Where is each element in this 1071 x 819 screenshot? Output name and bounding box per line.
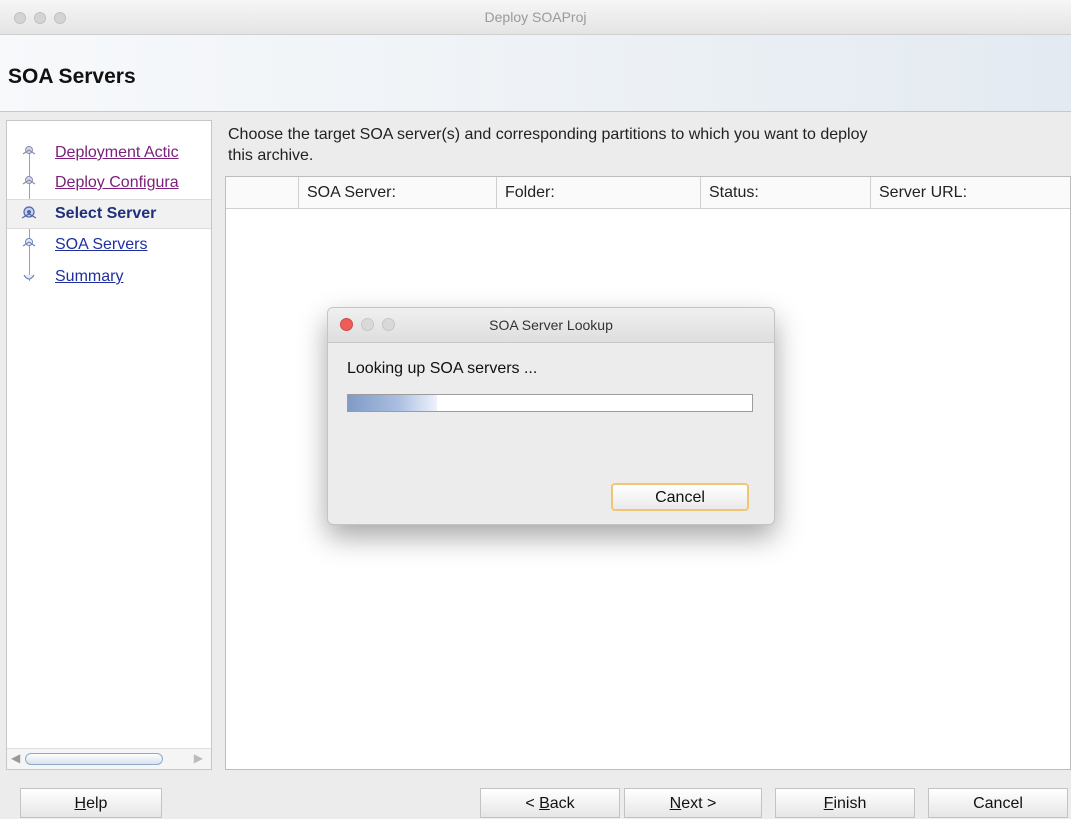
cancel-button[interactable]: Cancel xyxy=(928,788,1068,818)
step-done-icon xyxy=(22,146,36,155)
instruction-line: Choose the target SOA server(s) and corr… xyxy=(228,126,868,143)
page-header: SOA Servers xyxy=(0,35,1071,112)
finish-label-rest: inish xyxy=(833,795,867,812)
scroll-left-icon[interactable]: ◀ xyxy=(11,751,20,765)
table-header: SOA Server: Folder: Status: Server URL: xyxy=(226,177,1070,209)
nav-item-soa-servers[interactable]: SOA Servers xyxy=(7,231,211,259)
column-header-status[interactable]: Status: xyxy=(700,177,870,208)
instruction-line: this archive. xyxy=(228,147,314,164)
nav-item-label[interactable]: Summary xyxy=(55,268,123,286)
help-label-rest: elp xyxy=(86,795,108,812)
help-button[interactable]: Help xyxy=(20,788,162,818)
progress-fill xyxy=(348,395,437,411)
column-header-select[interactable] xyxy=(226,177,298,208)
nav-item-deployment-action[interactable]: Deployment Actic xyxy=(7,139,211,167)
window-title: Deploy SOAProj xyxy=(484,9,587,25)
nav-item-label[interactable]: Deployment Actic xyxy=(55,144,179,162)
nav-item-select-server[interactable]: Select Server xyxy=(7,199,211,229)
nav-item-deploy-configuration[interactable]: Deploy Configura xyxy=(7,169,211,197)
instruction-text: Choose the target SOA server(s) and corr… xyxy=(228,124,1064,166)
step-pending-icon xyxy=(22,238,36,247)
nav-item-label[interactable]: Deploy Configura xyxy=(55,174,179,192)
column-header-folder[interactable]: Folder: xyxy=(496,177,700,208)
lookup-progress-bar xyxy=(347,394,753,412)
finish-mnemonic: F xyxy=(823,795,834,812)
back-label-rest: ack xyxy=(549,795,575,812)
next-mnemonic: N xyxy=(669,795,682,812)
soa-server-lookup-dialog[interactable]: SOA Server Lookup Looking up SOA servers… xyxy=(327,307,775,525)
nav-horizontal-scrollbar[interactable]: ◀ ▶ xyxy=(7,748,211,769)
nav-item-label[interactable]: SOA Servers xyxy=(55,236,147,254)
dialog-title: SOA Server Lookup xyxy=(489,317,613,333)
next-button[interactable]: Next > xyxy=(624,788,762,818)
help-mnemonic: H xyxy=(74,795,87,812)
dialog-cancel-button[interactable]: Cancel xyxy=(611,483,749,511)
dialog-titlebar[interactable]: SOA Server Lookup xyxy=(328,308,774,343)
column-header-soa-server[interactable]: SOA Server: xyxy=(298,177,496,208)
next-label-rest: ext > xyxy=(681,795,717,812)
step-done-icon xyxy=(22,176,36,185)
scroll-right-icon[interactable]: ▶ xyxy=(194,751,203,765)
page-title: SOA Servers xyxy=(8,65,136,88)
window-titlebar[interactable]: Deploy SOAProj xyxy=(0,0,1071,35)
wizard-nav: Deployment Actic Deploy Configura Select… xyxy=(6,120,212,770)
scrollbar-thumb[interactable] xyxy=(25,753,163,765)
finish-button[interactable]: Finish xyxy=(775,788,915,818)
dialog-message: Looking up SOA servers ... xyxy=(347,360,538,377)
column-header-server-url[interactable]: Server URL: xyxy=(870,177,1071,208)
step-final-icon xyxy=(23,274,35,280)
nav-item-label[interactable]: Select Server xyxy=(55,205,156,223)
back-mnemonic: B xyxy=(539,795,550,812)
back-button[interactable]: < Back xyxy=(480,788,620,818)
step-current-icon xyxy=(21,206,37,219)
back-prefix: < xyxy=(525,795,540,812)
nav-item-summary[interactable]: Summary xyxy=(7,263,211,291)
